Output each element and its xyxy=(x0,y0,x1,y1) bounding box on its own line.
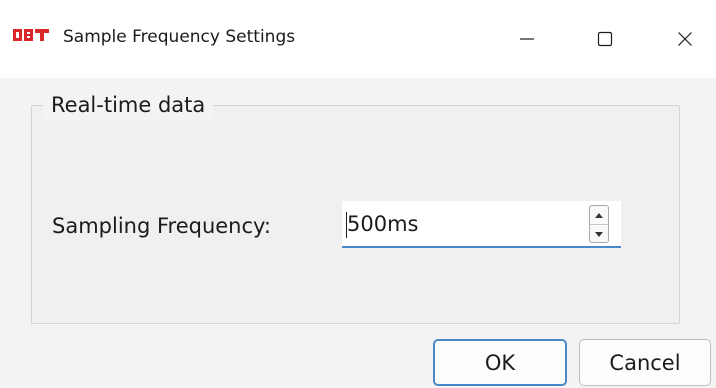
title-bar: Sample Frequency Settings xyxy=(0,0,716,78)
minimize-icon xyxy=(520,38,534,40)
arrow-up-icon xyxy=(595,212,603,218)
cancel-button[interactable]: Cancel xyxy=(579,339,711,386)
text-caret xyxy=(346,212,347,238)
window-title: Sample Frequency Settings xyxy=(63,27,296,47)
sampling-frequency-spinbox[interactable] xyxy=(342,201,621,248)
arrow-down-icon xyxy=(595,231,603,237)
close-button[interactable] xyxy=(650,0,716,78)
ok-button[interactable]: OK xyxy=(433,339,567,386)
spin-up-button[interactable] xyxy=(590,206,608,225)
sampling-frequency-input[interactable] xyxy=(342,201,582,246)
dialog-window: Sample Frequency Settings Real-time data… xyxy=(0,0,716,388)
group-title: Real-time data xyxy=(43,90,214,120)
maximize-icon xyxy=(597,31,613,47)
spin-buttons xyxy=(589,205,609,243)
spin-down-button[interactable] xyxy=(590,225,608,242)
close-icon xyxy=(678,32,692,46)
sampling-frequency-label: Sampling Frequency: xyxy=(52,214,272,238)
minimize-button[interactable] xyxy=(492,0,562,78)
maximize-button[interactable] xyxy=(570,0,640,78)
app-logo-icon xyxy=(13,29,49,41)
